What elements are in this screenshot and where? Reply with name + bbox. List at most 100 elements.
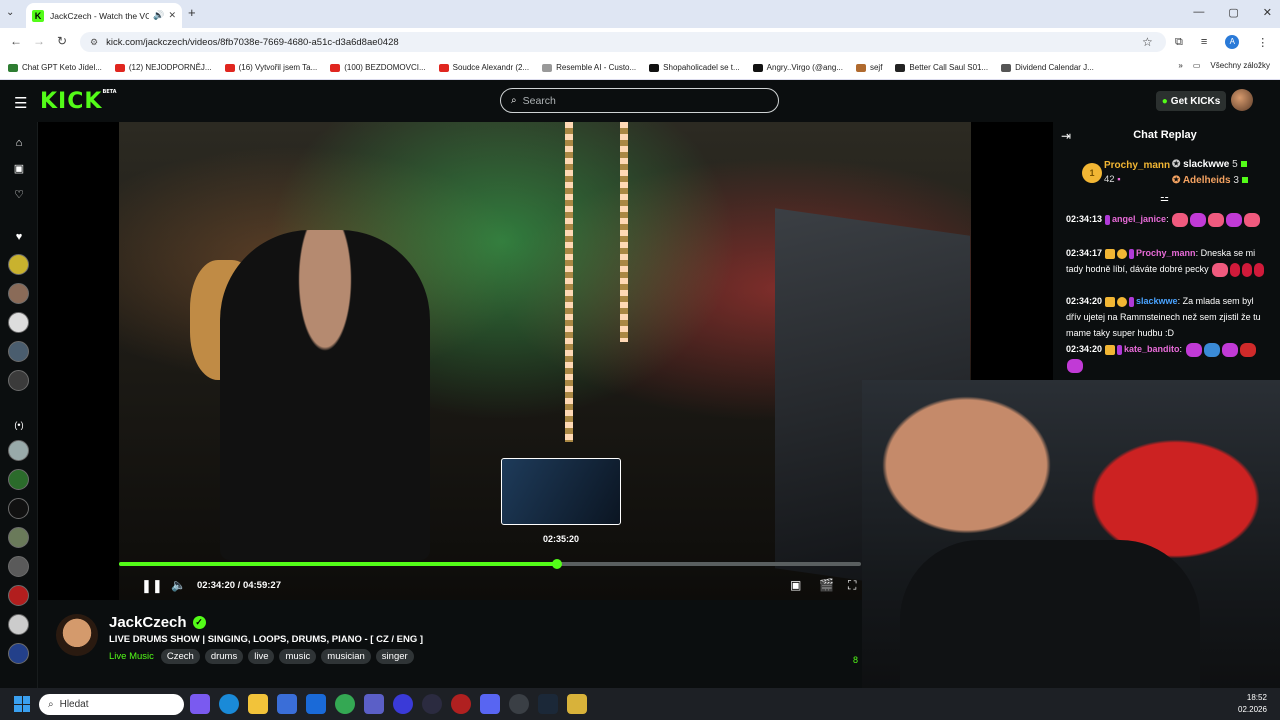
discord-icon[interactable]	[480, 694, 500, 714]
bookmark-item[interactable]: Resemble AI - Custo...	[542, 63, 636, 72]
following-icon[interactable]: ♡	[8, 184, 30, 206]
sidebar-channel-avatar[interactable]	[8, 312, 29, 333]
message-user[interactable]: angel_janice	[1112, 214, 1166, 224]
store-icon[interactable]	[277, 694, 297, 714]
close-window-icon[interactable]: ✕	[1263, 6, 1272, 19]
forward-icon[interactable]: →	[33, 34, 45, 48]
app-icon[interactable]	[567, 694, 587, 714]
message-user[interactable]: Prochy_mann	[1136, 248, 1196, 258]
sidebar-live-avatar[interactable]	[8, 469, 29, 490]
leaderboard-third[interactable]: ✪ Adelheids 3	[1172, 175, 1248, 186]
sidebar-live-avatar[interactable]	[8, 643, 29, 664]
live-broadcast-icon: (•)	[14, 420, 24, 430]
sidebar-live-avatar[interactable]	[8, 556, 29, 577]
sidebar-channel-avatar[interactable]	[8, 341, 29, 362]
sidebar-channel-avatar[interactable]	[8, 370, 29, 391]
bookmark-item[interactable]: Dividend Calendar J...	[1001, 63, 1094, 72]
bookmark-item[interactable]: (16) Vytvořil jsem Ta...	[224, 63, 317, 72]
tag[interactable]: music	[279, 649, 317, 664]
bookmark-item[interactable]: (100) BEZDOMOVCI...	[330, 63, 426, 72]
browser-menu-icon[interactable]: ⋮	[1257, 36, 1268, 49]
get-kicks-button[interactable]: ● Get KICKs	[1156, 91, 1226, 111]
user-avatar[interactable]	[1231, 89, 1253, 111]
bookmark-item[interactable]: Chat GPT Keto Jídel...	[8, 63, 102, 72]
windows-start-icon[interactable]	[14, 696, 30, 712]
minimize-icon[interactable]: —	[1193, 6, 1204, 19]
tag[interactable]: drums	[204, 649, 244, 664]
system-clock[interactable]: 18:52 02.2026	[1238, 692, 1267, 716]
fullscreen-icon[interactable]: ⛶	[848, 578, 856, 593]
mail-icon[interactable]	[306, 694, 326, 714]
pinned-icon[interactable]: ⚍	[1160, 193, 1169, 204]
progress-bar[interactable]	[119, 562, 861, 566]
sidebar-live-avatar[interactable]	[8, 585, 29, 606]
progress-handle[interactable]	[551, 559, 562, 569]
app-icon[interactable]	[509, 694, 529, 714]
message-user[interactable]: kate_bandito	[1124, 344, 1180, 354]
address-bar[interactable]: ⚙ kick.com/jackczech/videos/8fb7038e-766…	[80, 32, 1166, 52]
search-input[interactable]: ⌕ Search	[500, 88, 779, 113]
category-link[interactable]: Live Music	[109, 651, 154, 662]
tag[interactable]: singer	[375, 649, 414, 664]
sidebar-live-avatar[interactable]	[8, 614, 29, 635]
profile-avatar[interactable]: A	[1225, 35, 1240, 49]
all-bookmarks[interactable]: Všechny záložky	[1210, 61, 1270, 70]
back-icon[interactable]: ←	[10, 34, 22, 48]
maximize-icon[interactable]: ▢	[1228, 6, 1238, 19]
app-icon[interactable]	[393, 694, 413, 714]
bookmarks-overflow-icon[interactable]: »	[1178, 61, 1182, 70]
file-explorer-icon[interactable]	[248, 694, 268, 714]
crown-badge-icon	[1105, 344, 1116, 355]
site-info-icon[interactable]: ⚙	[90, 37, 98, 48]
sidebar-live-avatar[interactable]	[8, 440, 29, 461]
sidebar-live-avatar[interactable]	[8, 498, 29, 519]
bookmark-item[interactable]: (12) NEJODPORNĚJ...	[114, 63, 212, 72]
following-heart-icon[interactable]: ♥	[8, 226, 30, 248]
taskbar-search-input[interactable]: ⌕ Hledat	[39, 694, 184, 715]
app-icon[interactable]	[451, 694, 471, 714]
tab-audio-icon[interactable]: 🔊	[153, 10, 164, 21]
tag[interactable]: musician	[321, 649, 371, 664]
hamburger-menu-icon[interactable]: ☰	[14, 94, 27, 112]
leaderboard-second[interactable]: ✪ slackwwe 5	[1172, 159, 1247, 170]
browser-tab-active[interactable]: K JackCzech - Watch the VOD 🔊 ✕	[26, 3, 182, 28]
edge-icon[interactable]	[219, 694, 239, 714]
home-icon[interactable]: ⌂	[8, 132, 30, 154]
extensions-icon[interactable]: ⧉	[1175, 36, 1183, 49]
tag[interactable]: live	[248, 649, 275, 664]
new-tab-icon[interactable]: +	[188, 5, 196, 20]
bookmark-item[interactable]: Shopaholicadel se t...	[649, 63, 740, 72]
pause-icon[interactable]: ❚❚	[141, 578, 163, 594]
theater-mode-icon[interactable]: ▣	[790, 578, 801, 592]
reading-list-icon[interactable]: ≡	[1201, 36, 1207, 48]
teams-icon[interactable]	[364, 694, 384, 714]
chrome-icon[interactable]	[335, 694, 355, 714]
collapse-chat-icon[interactable]: ⇥	[1061, 129, 1071, 143]
leaderboard-first-name[interactable]: Prochy_mann	[1104, 160, 1170, 171]
steam-icon[interactable]	[538, 694, 558, 714]
sidebar-channel-avatar[interactable]	[8, 283, 29, 304]
message-user[interactable]: slackwwe	[1136, 296, 1178, 306]
channel-name-text: JackCzech	[109, 614, 187, 631]
clip-icon[interactable]: 🎬	[819, 578, 834, 592]
progress-fill	[119, 562, 557, 566]
browse-icon[interactable]: ▣	[8, 158, 30, 180]
wordpress-icon[interactable]	[422, 694, 442, 714]
bookmark-item[interactable]: Soudce Alexandr (2...	[438, 63, 529, 72]
kick-logo[interactable]: KICKBETA	[40, 89, 117, 114]
sidebar-live-avatar[interactable]	[8, 527, 29, 548]
volume-icon[interactable]: 🔈	[171, 578, 186, 592]
bookmark-item[interactable]: Angry..Virgo (@ang...	[752, 63, 843, 72]
bookmark-star-icon[interactable]: ☆	[1142, 35, 1153, 49]
tab-search-chevron-icon[interactable]: ⌄	[6, 7, 14, 18]
tag[interactable]: Czech	[160, 649, 200, 664]
reload-icon[interactable]: ↻	[57, 34, 67, 48]
sidebar-channel-avatar[interactable]	[8, 254, 29, 275]
copilot-icon[interactable]	[190, 694, 210, 714]
channel-name[interactable]: JackCzech ✓	[109, 614, 206, 631]
bookmark-item[interactable]: Better Call Saul S01...	[895, 63, 988, 72]
channel-avatar[interactable]	[56, 614, 98, 656]
leaderboard-third-count: 3	[1233, 175, 1239, 186]
bookmark-item[interactable]: sejf	[855, 63, 882, 72]
tab-close-icon[interactable]: ✕	[168, 10, 176, 21]
